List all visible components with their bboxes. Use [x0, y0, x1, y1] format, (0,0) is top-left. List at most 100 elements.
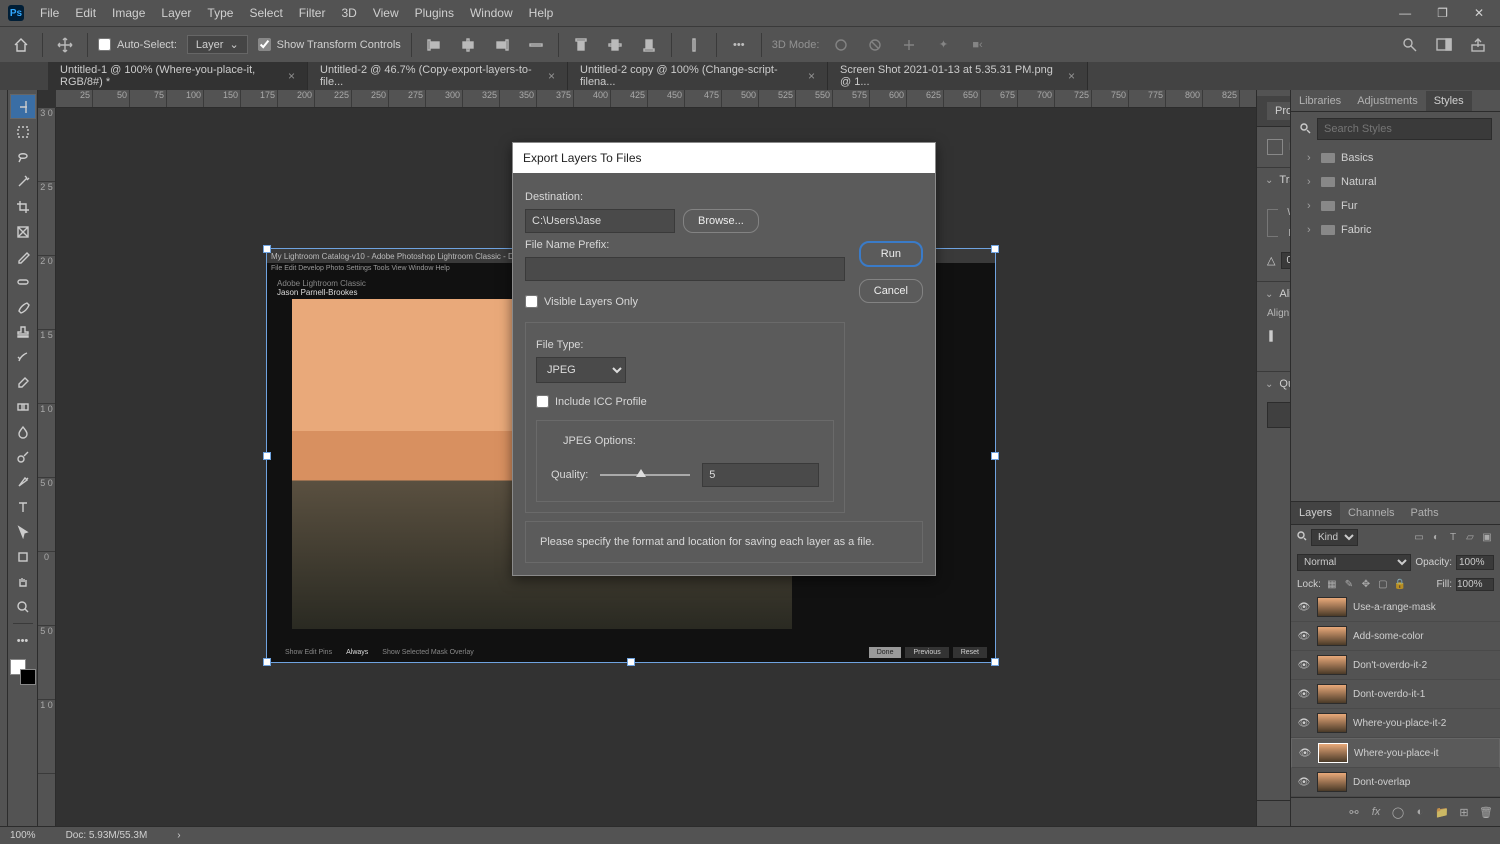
search-icon[interactable] — [1398, 33, 1422, 57]
status-chevron-icon[interactable]: › — [177, 830, 180, 841]
layer-thumbnail[interactable] — [1317, 772, 1347, 792]
include-icc-checkbox[interactable]: Include ICC Profile — [536, 395, 834, 408]
quality-slider[interactable] — [600, 474, 690, 476]
lock-all-icon[interactable]: 🔒 — [1393, 577, 1407, 591]
align-l-icon[interactable] — [1265, 325, 1287, 347]
visibility-icon[interactable]: 👁 — [1297, 777, 1311, 788]
visibility-icon[interactable]: 👁 — [1298, 748, 1312, 759]
layer-row[interactable]: 👁Where-you-place-it-2 — [1291, 709, 1500, 738]
layer-row[interactable]: 👁Dont-overdo-it-1 — [1291, 680, 1500, 709]
link-layers-icon[interactable]: ⚯ — [1346, 804, 1362, 820]
menu-view[interactable]: View — [365, 2, 407, 24]
layer-thumbnail[interactable] — [1318, 743, 1348, 763]
menu-plugins[interactable]: Plugins — [407, 2, 462, 24]
filter-pixel-icon[interactable]: ▭ — [1412, 531, 1426, 545]
dodge-tool[interactable] — [10, 444, 36, 469]
panel-tab-paths[interactable]: Paths — [1403, 502, 1447, 524]
blend-mode-select[interactable]: Normal — [1297, 554, 1411, 571]
new-layer-icon[interactable]: ⊞ — [1456, 804, 1472, 820]
opacity-field[interactable] — [1456, 555, 1494, 570]
eraser-tool[interactable] — [10, 369, 36, 394]
browse-button[interactable]: Browse... — [683, 209, 759, 233]
close-tab-icon[interactable]: × — [548, 69, 555, 83]
hand-tool[interactable] — [10, 569, 36, 594]
visibility-icon[interactable]: 👁 — [1297, 718, 1311, 729]
layer-group-select[interactable]: Layer⌄ — [187, 35, 248, 54]
document-tab[interactable]: Untitled-1 @ 100% (Where-you-place-it, R… — [48, 62, 308, 90]
align-center-h-icon[interactable] — [456, 33, 480, 57]
filter-type-icon[interactable]: T — [1446, 531, 1460, 545]
visibility-icon[interactable]: 👁 — [1297, 689, 1311, 700]
menu-file[interactable]: File — [32, 2, 67, 24]
layer-row[interactable]: 👁Add-some-color — [1291, 622, 1500, 651]
distribute-v-icon[interactable] — [682, 33, 706, 57]
panel-tab-adjustments[interactable]: Adjustments — [1349, 91, 1426, 111]
zoom-level[interactable]: 100% — [10, 830, 36, 841]
menu-type[interactable]: Type — [199, 2, 241, 24]
filter-adjust-icon[interactable]: ◐ — [1429, 531, 1443, 545]
menu-select[interactable]: Select — [241, 2, 290, 24]
panel-tab-styles[interactable]: Styles — [1426, 91, 1472, 111]
type-tool[interactable] — [10, 494, 36, 519]
more-options-icon[interactable]: ••• — [727, 33, 751, 57]
align-top-icon[interactable] — [569, 33, 593, 57]
gradient-tool[interactable] — [10, 394, 36, 419]
filter-smart-icon[interactable]: ▣ — [1480, 531, 1494, 545]
close-tab-icon[interactable]: × — [288, 69, 295, 83]
home-icon[interactable] — [10, 34, 32, 56]
style-folder[interactable]: Fabric — [1291, 218, 1500, 242]
color-swatches[interactable] — [10, 659, 36, 685]
eyedropper-tool[interactable] — [10, 244, 36, 269]
quality-field[interactable] — [702, 463, 819, 487]
menu-help[interactable]: Help — [521, 2, 562, 24]
run-button[interactable]: Run — [859, 241, 923, 267]
move-tool-icon[interactable] — [53, 33, 77, 57]
panel-tab-libraries[interactable]: Libraries — [1291, 91, 1349, 111]
layer-thumbnail[interactable] — [1317, 597, 1347, 617]
menu-edit[interactable]: Edit — [67, 2, 104, 24]
layer-thumbnail[interactable] — [1317, 655, 1347, 675]
menu-filter[interactable]: Filter — [291, 2, 334, 24]
distribute-icon[interactable] — [524, 33, 548, 57]
layer-thumbnail[interactable] — [1317, 713, 1347, 733]
quick-mask-icon[interactable]: ••• — [10, 628, 36, 653]
align-bottom-icon[interactable] — [637, 33, 661, 57]
align-right-icon[interactable] — [490, 33, 514, 57]
lock-brush-icon[interactable]: ✎ — [1342, 577, 1356, 591]
panel-tab-channels[interactable]: Channels — [1340, 502, 1402, 524]
marquee-tool[interactable] — [10, 119, 36, 144]
wand-tool[interactable] — [10, 169, 36, 194]
filter-shape-icon[interactable]: ▱ — [1463, 531, 1477, 545]
lock-pixels-icon[interactable]: ▦ — [1325, 577, 1339, 591]
styles-search-input[interactable] — [1317, 118, 1492, 140]
share-icon[interactable] — [1466, 33, 1490, 57]
menu-layer[interactable]: Layer — [153, 2, 199, 24]
align-left-icon[interactable] — [422, 33, 446, 57]
menu-window[interactable]: Window — [462, 2, 521, 24]
cancel-button[interactable]: Cancel — [859, 279, 923, 303]
adjustment-layer-icon[interactable]: ◐ — [1412, 804, 1428, 820]
lock-artboard-icon[interactable]: ▢ — [1376, 577, 1390, 591]
minimize-icon[interactable]: — — [1391, 2, 1419, 24]
history-brush-tool[interactable] — [10, 344, 36, 369]
menu-image[interactable]: Image — [104, 2, 153, 24]
layer-row[interactable]: 👁Where-you-place-it — [1291, 738, 1500, 768]
pen-tool[interactable] — [10, 469, 36, 494]
lock-move-icon[interactable]: ✥ — [1359, 577, 1373, 591]
layer-row[interactable]: 👁Don't-overdo-it-2 — [1291, 651, 1500, 680]
path-select-tool[interactable] — [10, 519, 36, 544]
layer-group-icon[interactable]: 📁 — [1434, 804, 1450, 820]
style-folder[interactable]: Natural — [1291, 170, 1500, 194]
filetype-select[interactable]: JPEG — [536, 357, 626, 383]
close-tab-icon[interactable]: × — [808, 69, 815, 83]
stamp-tool[interactable] — [10, 319, 36, 344]
document-tab[interactable]: Screen Shot 2021-01-13 at 5.35.31 PM.png… — [828, 62, 1088, 90]
lasso-tool[interactable] — [10, 144, 36, 169]
layer-row[interactable]: 👁Use-a-range-mask — [1291, 593, 1500, 622]
fill-field[interactable] — [1456, 578, 1494, 591]
close-tab-icon[interactable]: × — [1068, 69, 1075, 83]
menu-3d[interactable]: 3D — [333, 2, 364, 24]
close-icon[interactable]: ✕ — [1466, 2, 1492, 24]
link-wh-icon[interactable] — [1267, 209, 1278, 237]
brush-tool[interactable] — [10, 294, 36, 319]
